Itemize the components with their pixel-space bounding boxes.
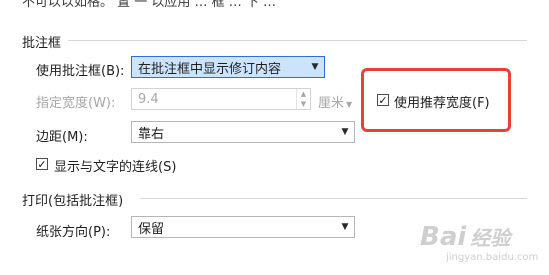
use-balloons-label: 使用批注框(B):	[36, 64, 125, 79]
use-balloons-dropdown[interactable]: 在批注框中显示修订内容 ▼	[131, 56, 325, 78]
spin-updown-icon[interactable]: ▲ ▼	[296, 89, 310, 109]
chevron-down-icon: ▼	[341, 222, 349, 232]
recommended-width-checkbox[interactable]: ✓	[377, 94, 389, 106]
preferred-width-unit[interactable]: 厘米 ▼	[318, 92, 352, 111]
margin-value: 靠右	[138, 126, 165, 142]
checkmark-icon: ✓	[378, 93, 388, 107]
show-lines-label[interactable]: 显示与文字的连线(S)	[54, 156, 176, 175]
recommended-width-label[interactable]: 使用推荐宽度(F)	[394, 92, 490, 111]
watermark-brand2: 经验	[470, 226, 511, 250]
orientation-dropdown[interactable]: 保留 ▼	[131, 216, 355, 238]
chevron-down-icon: ▼	[311, 62, 319, 72]
watermark-brand: Bai	[420, 222, 467, 252]
preferred-width-value: 9.4	[138, 91, 159, 107]
watermark-url: jingyan.baidu.com	[446, 252, 539, 263]
preferred-width-spinner[interactable]: 9.4 ▲ ▼	[131, 88, 311, 110]
balloons-group-header: 批注框	[22, 36, 62, 51]
show-lines-checkbox[interactable]: ✓	[36, 158, 48, 170]
unit-label: 厘米	[318, 96, 345, 111]
orientation-label: 纸张方向(P):	[36, 225, 111, 240]
checkmark-icon: ✓	[37, 157, 47, 171]
watermark-logo: Bai 经验	[420, 222, 510, 252]
margin-dropdown[interactable]: 靠右 ▼	[131, 121, 355, 143]
use-balloons-value: 在批注框中显示修订内容	[138, 61, 282, 77]
print-group-header: 打印(包括批注框)	[22, 194, 124, 209]
print-group-divider	[140, 198, 527, 199]
balloons-group-divider	[68, 40, 527, 41]
orientation-value: 保留	[138, 221, 165, 237]
preferred-width-label: 指定宽度(W):	[36, 96, 116, 111]
chevron-down-icon: ▼	[341, 127, 349, 137]
unit-chevron-down-icon: ▼	[346, 100, 353, 109]
clipped-top-text: 不可以以如格。 置 一 以应用 … 框 … 下 …	[22, 0, 277, 9]
margin-label: 边距(M):	[36, 130, 88, 145]
